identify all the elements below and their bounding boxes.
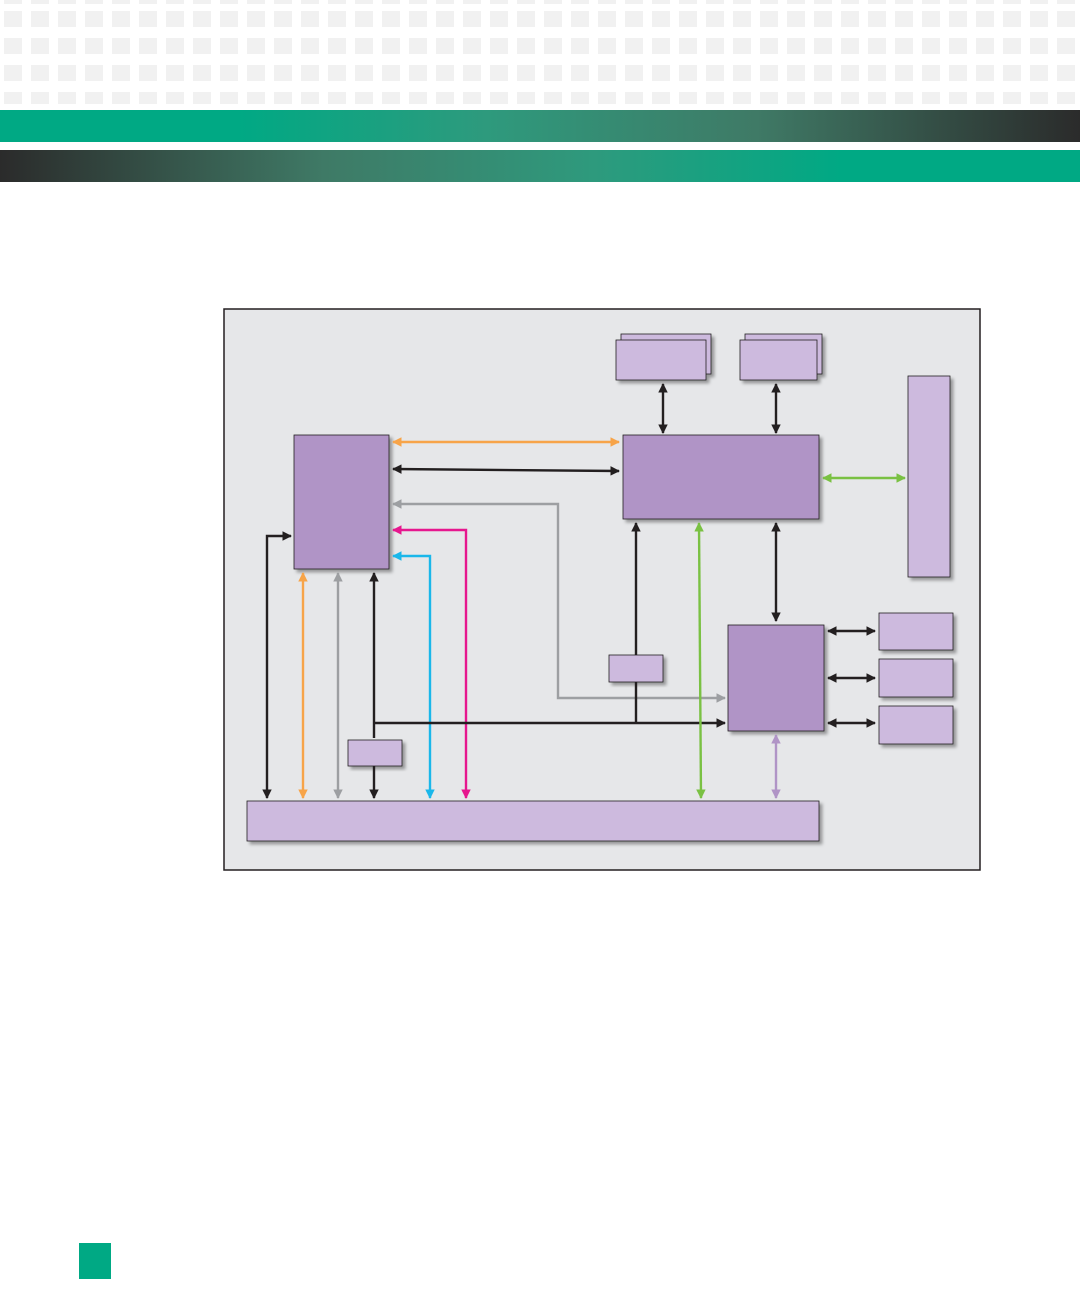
port-block-1 [878,612,954,651]
header-band-bottom [0,150,1080,182]
controller-block [727,624,825,732]
port-block-2 [878,658,954,698]
memory-block-left [615,333,712,381]
small-block-mid [608,654,664,683]
hub-block [622,434,820,520]
memory-block-right [739,333,823,381]
tall-side-block [907,375,951,578]
page-corner-marker [79,1243,111,1279]
port-block-3 [878,705,954,745]
block-diagram [223,308,981,871]
connector-bar [246,800,820,842]
header-band-top [0,110,1080,142]
header-pattern [0,0,1080,104]
processor-block [293,434,390,570]
small-block-left [347,739,403,767]
